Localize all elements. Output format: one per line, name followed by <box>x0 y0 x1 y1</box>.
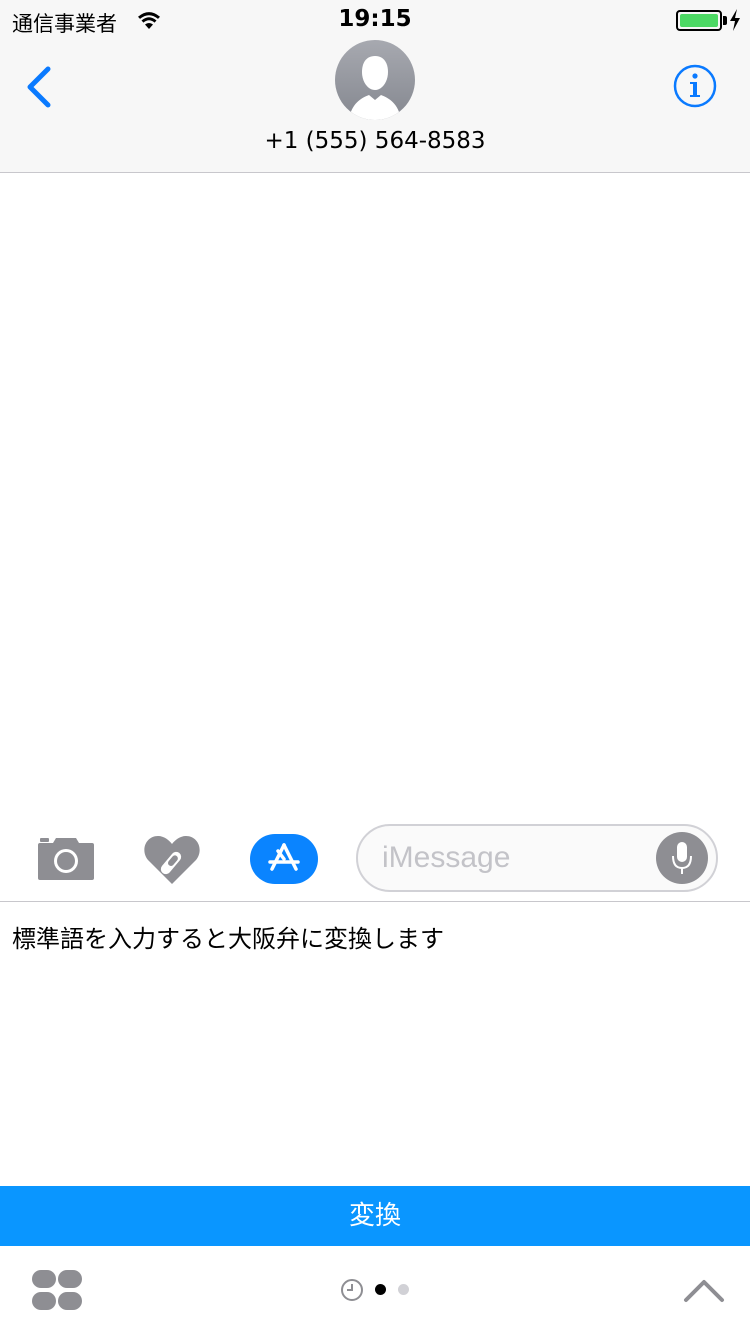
app-store-button[interactable] <box>250 834 318 884</box>
person-silhouette-icon <box>349 56 401 120</box>
status-bar: 通信事業者 19:15 <box>0 0 750 40</box>
battery-level <box>680 14 718 27</box>
app-drawer-icon[interactable] <box>30 1268 84 1312</box>
battery-tip <box>723 16 727 25</box>
heart-touch-icon[interactable] <box>142 832 202 886</box>
convert-button[interactable]: 変換 <box>0 1186 750 1246</box>
conversation-header: +1 (555) 564-8583 <box>0 40 750 173</box>
message-list <box>0 174 750 814</box>
app-drawer-bar <box>0 1246 750 1334</box>
page-indicator[interactable] <box>340 1278 420 1302</box>
imessage-field[interactable] <box>356 824 718 892</box>
info-icon[interactable] <box>673 64 717 108</box>
charging-bolt-icon <box>730 9 740 31</box>
chevron-up-icon[interactable] <box>682 1276 726 1306</box>
chevron-left-icon[interactable] <box>22 66 54 108</box>
message-input[interactable] <box>382 838 642 878</box>
page-dot-active[interactable] <box>375 1284 386 1295</box>
clock-icon[interactable] <box>340 1278 364 1302</box>
extension-panel: 標準語を入力すると大阪弁に変換します <box>0 903 750 1186</box>
dictation-button[interactable] <box>656 832 708 884</box>
microphone-icon <box>672 842 692 874</box>
contact-avatar[interactable] <box>335 40 415 120</box>
app-store-icon <box>268 843 300 871</box>
contact-name[interactable]: +1 (555) 564-8583 <box>0 128 750 154</box>
battery-icon <box>676 10 722 31</box>
camera-icon[interactable] <box>36 834 96 882</box>
status-time: 19:15 <box>338 6 412 32</box>
standard-text-input[interactable]: 標準語を入力すると大阪弁に変換します <box>12 919 738 1169</box>
page-dot[interactable] <box>398 1284 409 1295</box>
message-input-bar <box>0 814 750 902</box>
